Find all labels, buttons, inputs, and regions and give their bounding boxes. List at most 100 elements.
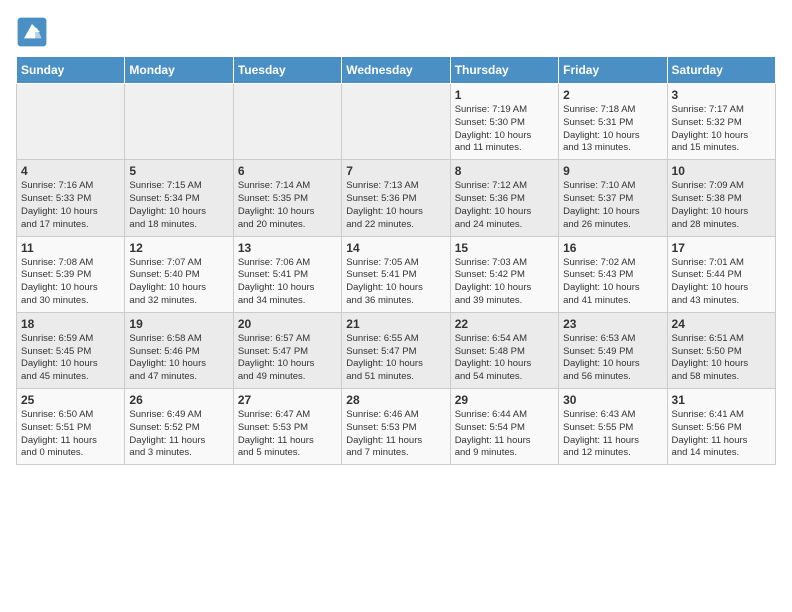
cell-content: Sunrise: 6:44 AM Sunset: 5:54 PM Dayligh… xyxy=(455,409,554,460)
day-number: 25 xyxy=(21,393,120,407)
day-number: 9 xyxy=(563,164,662,178)
cell-content: Sunrise: 7:08 AM Sunset: 5:39 PM Dayligh… xyxy=(21,257,120,308)
calendar-cell: 10 Sunrise: 7:09 AM Sunset: 5:38 PM Dayli… xyxy=(667,160,775,236)
calendar-cell: 3Sunrise: 7:17 AM Sunset: 5:32 PM Daylig… xyxy=(667,84,775,160)
cell-content: Sunrise: 6:49 AM Sunset: 5:52 PM Dayligh… xyxy=(129,409,228,460)
cell-content: Sunrise: 7:10 AM Sunset: 5:37 PM Dayligh… xyxy=(563,180,662,231)
day-number: 10 xyxy=(672,164,771,178)
week-row-5: 25 Sunrise: 6:50 AM Sunset: 5:51 PM Dayli… xyxy=(17,389,776,465)
day-number: 11 xyxy=(21,241,120,255)
day-header-thursday: Thursday xyxy=(450,57,558,84)
day-number: 2 xyxy=(563,88,662,102)
calendar-cell: 24 Sunrise: 6:51 AM Sunset: 5:50 PM Dayli… xyxy=(667,312,775,388)
cell-content: Sunrise: 7:03 AM Sunset: 5:42 PM Dayligh… xyxy=(455,257,554,308)
calendar-cell: 20 Sunrise: 6:57 AM Sunset: 5:47 PM Dayli… xyxy=(233,312,341,388)
calendar-cell: 7 Sunrise: 7:13 AM Sunset: 5:36 PM Daylig… xyxy=(342,160,450,236)
calendar-cell: 11 Sunrise: 7:08 AM Sunset: 5:39 PM Dayli… xyxy=(17,236,125,312)
day-number: 16 xyxy=(563,241,662,255)
calendar-cell: 31Sunrise: 6:41 AM Sunset: 5:56 PM Dayli… xyxy=(667,389,775,465)
cell-content: Sunrise: 7:09 AM Sunset: 5:38 PM Dayligh… xyxy=(672,180,771,231)
calendar-cell: 16 Sunrise: 7:02 AM Sunset: 5:43 PM Dayli… xyxy=(559,236,667,312)
cell-content: Sunrise: 7:12 AM Sunset: 5:36 PM Dayligh… xyxy=(455,180,554,231)
calendar-cell: 8 Sunrise: 7:12 AM Sunset: 5:36 PM Daylig… xyxy=(450,160,558,236)
day-number: 7 xyxy=(346,164,445,178)
day-number: 12 xyxy=(129,241,228,255)
day-number: 28 xyxy=(346,393,445,407)
day-number: 30 xyxy=(563,393,662,407)
day-number: 18 xyxy=(21,317,120,331)
calendar-cell xyxy=(233,84,341,160)
cell-content: Sunrise: 6:57 AM Sunset: 5:47 PM Dayligh… xyxy=(238,333,337,384)
calendar-cell: 17Sunrise: 7:01 AM Sunset: 5:44 PM Dayli… xyxy=(667,236,775,312)
day-number: 1 xyxy=(455,88,554,102)
page-header xyxy=(16,16,776,48)
cell-content: Sunrise: 7:14 AM Sunset: 5:35 PM Dayligh… xyxy=(238,180,337,231)
cell-content: Sunrise: 6:43 AM Sunset: 5:55 PM Dayligh… xyxy=(563,409,662,460)
cell-content: Sunrise: 6:55 AM Sunset: 5:47 PM Dayligh… xyxy=(346,333,445,384)
cell-content: Sunrise: 6:51 AM Sunset: 5:50 PM Dayligh… xyxy=(672,333,771,384)
logo xyxy=(16,16,52,48)
week-row-2: 4Sunrise: 7:16 AM Sunset: 5:33 PM Daylig… xyxy=(17,160,776,236)
calendar-cell: 18 Sunrise: 6:59 AM Sunset: 5:45 PM Dayli… xyxy=(17,312,125,388)
day-header-sunday: Sunday xyxy=(17,57,125,84)
cell-content: Sunrise: 7:05 AM Sunset: 5:41 PM Dayligh… xyxy=(346,257,445,308)
cell-content: Sunrise: 6:50 AM Sunset: 5:51 PM Dayligh… xyxy=(21,409,120,460)
calendar-cell: 29 Sunrise: 6:44 AM Sunset: 5:54 PM Dayli… xyxy=(450,389,558,465)
week-row-1: 1 Sunrise: 7:19 AM Sunset: 5:30 PM Daylig… xyxy=(17,84,776,160)
calendar-cell: 28 Sunrise: 6:46 AM Sunset: 5:53 PM Dayli… xyxy=(342,389,450,465)
cell-content: Sunrise: 6:47 AM Sunset: 5:53 PM Dayligh… xyxy=(238,409,337,460)
calendar-cell: 13 Sunrise: 7:06 AM Sunset: 5:41 PM Dayli… xyxy=(233,236,341,312)
cell-content: Sunrise: 6:41 AM Sunset: 5:56 PM Dayligh… xyxy=(672,409,771,460)
day-number: 15 xyxy=(455,241,554,255)
day-number: 23 xyxy=(563,317,662,331)
day-number: 5 xyxy=(129,164,228,178)
calendar-cell: 5 Sunrise: 7:15 AM Sunset: 5:34 PM Daylig… xyxy=(125,160,233,236)
week-row-4: 18 Sunrise: 6:59 AM Sunset: 5:45 PM Dayli… xyxy=(17,312,776,388)
day-number: 13 xyxy=(238,241,337,255)
day-number: 22 xyxy=(455,317,554,331)
cell-content: Sunrise: 7:15 AM Sunset: 5:34 PM Dayligh… xyxy=(129,180,228,231)
calendar-body: 1 Sunrise: 7:19 AM Sunset: 5:30 PM Daylig… xyxy=(17,84,776,465)
cell-content: Sunrise: 7:13 AM Sunset: 5:36 PM Dayligh… xyxy=(346,180,445,231)
calendar-cell: 21Sunrise: 6:55 AM Sunset: 5:47 PM Dayli… xyxy=(342,312,450,388)
calendar-header: SundayMondayTuesdayWednesdayThursdayFrid… xyxy=(17,57,776,84)
cell-content: Sunrise: 6:46 AM Sunset: 5:53 PM Dayligh… xyxy=(346,409,445,460)
cell-content: Sunrise: 7:01 AM Sunset: 5:44 PM Dayligh… xyxy=(672,257,771,308)
cell-content: Sunrise: 7:02 AM Sunset: 5:43 PM Dayligh… xyxy=(563,257,662,308)
calendar-cell: 12 Sunrise: 7:07 AM Sunset: 5:40 PM Dayli… xyxy=(125,236,233,312)
header-row: SundayMondayTuesdayWednesdayThursdayFrid… xyxy=(17,57,776,84)
day-number: 24 xyxy=(672,317,771,331)
day-number: 14 xyxy=(346,241,445,255)
cell-content: Sunrise: 6:53 AM Sunset: 5:49 PM Dayligh… xyxy=(563,333,662,384)
calendar-cell: 25 Sunrise: 6:50 AM Sunset: 5:51 PM Dayli… xyxy=(17,389,125,465)
calendar-cell xyxy=(342,84,450,160)
calendar-cell: 4Sunrise: 7:16 AM Sunset: 5:33 PM Daylig… xyxy=(17,160,125,236)
calendar-cell: 23 Sunrise: 6:53 AM Sunset: 5:49 PM Dayli… xyxy=(559,312,667,388)
cell-content: Sunrise: 7:06 AM Sunset: 5:41 PM Dayligh… xyxy=(238,257,337,308)
day-header-tuesday: Tuesday xyxy=(233,57,341,84)
calendar-cell: 26 Sunrise: 6:49 AM Sunset: 5:52 PM Dayli… xyxy=(125,389,233,465)
calendar-cell xyxy=(17,84,125,160)
calendar-cell: 14 Sunrise: 7:05 AM Sunset: 5:41 PM Dayli… xyxy=(342,236,450,312)
cell-content: Sunrise: 6:59 AM Sunset: 5:45 PM Dayligh… xyxy=(21,333,120,384)
day-number: 4 xyxy=(21,164,120,178)
cell-content: Sunrise: 7:07 AM Sunset: 5:40 PM Dayligh… xyxy=(129,257,228,308)
calendar-cell: 30 Sunrise: 6:43 AM Sunset: 5:55 PM Dayli… xyxy=(559,389,667,465)
day-header-friday: Friday xyxy=(559,57,667,84)
day-header-saturday: Saturday xyxy=(667,57,775,84)
day-number: 20 xyxy=(238,317,337,331)
day-number: 8 xyxy=(455,164,554,178)
day-number: 29 xyxy=(455,393,554,407)
day-number: 26 xyxy=(129,393,228,407)
cell-content: Sunrise: 6:54 AM Sunset: 5:48 PM Dayligh… xyxy=(455,333,554,384)
week-row-3: 11 Sunrise: 7:08 AM Sunset: 5:39 PM Dayli… xyxy=(17,236,776,312)
calendar-cell: 2Sunrise: 7:18 AM Sunset: 5:31 PM Daylig… xyxy=(559,84,667,160)
cell-content: Sunrise: 7:19 AM Sunset: 5:30 PM Dayligh… xyxy=(455,104,554,155)
logo-icon xyxy=(16,16,48,48)
calendar-cell xyxy=(125,84,233,160)
calendar-cell: 9 Sunrise: 7:10 AM Sunset: 5:37 PM Daylig… xyxy=(559,160,667,236)
day-number: 27 xyxy=(238,393,337,407)
day-number: 6 xyxy=(238,164,337,178)
day-header-wednesday: Wednesday xyxy=(342,57,450,84)
calendar-cell: 27 Sunrise: 6:47 AM Sunset: 5:53 PM Dayli… xyxy=(233,389,341,465)
